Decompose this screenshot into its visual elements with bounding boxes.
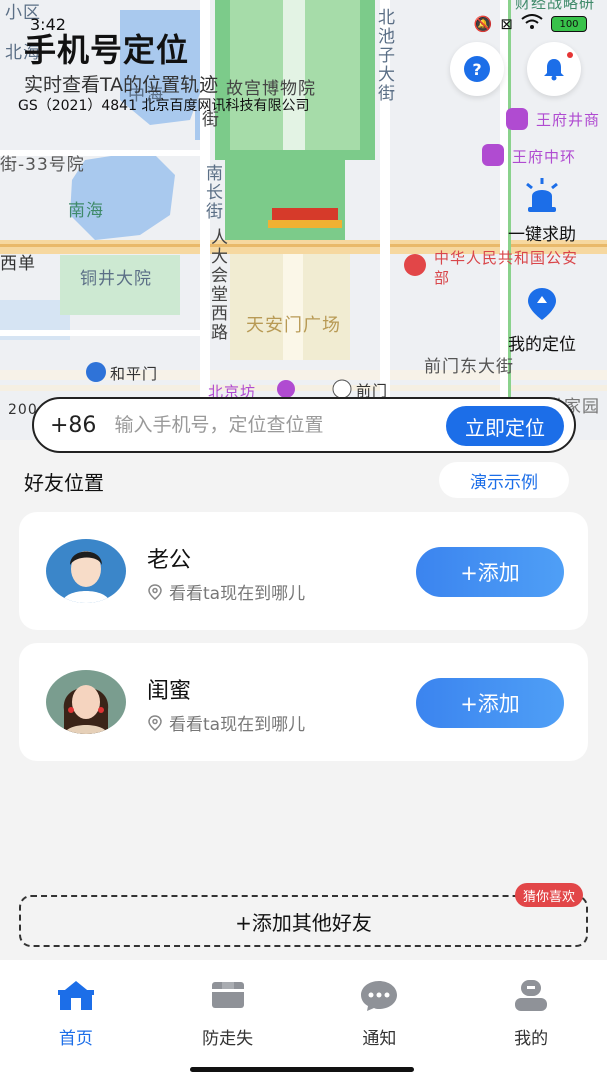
- battery-icon: 100: [551, 16, 587, 32]
- nav-label: 通知: [362, 1029, 397, 1049]
- map-copyright: GS（2021）4841 北京百度网讯科技有限公司: [18, 98, 310, 114]
- map-label: 和平门: [110, 365, 159, 383]
- map-label: 财经战略研: [515, 0, 596, 12]
- friend-hint: 看看ta现在到哪儿: [147, 710, 305, 735]
- my-location-button[interactable]: 我的定位: [492, 286, 592, 355]
- chat-icon: [361, 981, 398, 1011]
- add-friend-button[interactable]: +添加: [416, 678, 564, 728]
- friend-name: 闺蜜: [147, 679, 192, 704]
- home-indicator: [190, 1067, 414, 1072]
- nav-label: 首页: [58, 1029, 93, 1049]
- map-label: 人大会堂西路: [207, 228, 227, 342]
- map-label: 前门东大街: [424, 357, 514, 377]
- map-label: 王府井商: [536, 111, 601, 129]
- guess-you-like-badge: 猜你喜欢: [514, 883, 583, 907]
- notification-button[interactable]: [527, 42, 581, 96]
- help-button[interactable]: ?: [450, 42, 504, 96]
- home-icon: [57, 981, 94, 1010]
- unread-dot: [567, 52, 573, 58]
- page-title: 手机号定位: [24, 31, 190, 69]
- friends-section-title: 好友位置: [24, 471, 104, 495]
- locate-now-button[interactable]: 立即定位: [446, 406, 564, 446]
- location-pin-icon: [528, 288, 556, 320]
- question-icon: ?: [464, 56, 490, 82]
- country-code[interactable]: +86: [50, 413, 96, 438]
- siren-icon: [526, 178, 558, 212]
- map-label: 南长街: [202, 164, 222, 221]
- map-label: 中华人民共和国公安部: [434, 249, 579, 287]
- map-label: 街-33号院: [0, 155, 85, 175]
- bottom-nav: 首页 防走失 通知 我的: [0, 960, 607, 1080]
- nav-label: 我的: [514, 1029, 549, 1049]
- friend-hint: 看看ta现在到哪儿: [147, 579, 305, 604]
- phone-search-bar: +86 立即定位: [32, 397, 576, 453]
- demo-button[interactable]: 演示示例: [439, 462, 569, 498]
- nav-item-mine[interactable]: 我的: [455, 960, 607, 1080]
- map-label: 南海: [68, 201, 104, 221]
- map-label: 西单: [0, 254, 36, 274]
- add-other-friend-button[interactable]: +添加其他好友: [19, 895, 588, 947]
- nav-label: 防走失: [202, 1029, 254, 1049]
- location-outline-icon: [148, 714, 162, 731]
- friend-card-husband[interactable]: 老公 看看ta现在到哪儿 +添加: [19, 512, 588, 630]
- map-label: 天安门广场: [246, 315, 341, 336]
- map-label: 铜井大院: [80, 269, 152, 289]
- wifi-icon: [521, 14, 543, 34]
- user-icon: [515, 980, 548, 1011]
- nav-item-notice[interactable]: 通知: [304, 960, 456, 1080]
- wangfu-zhonghuan-poi-icon: [482, 144, 504, 166]
- avatar: [46, 670, 126, 734]
- avatar: [46, 539, 126, 603]
- map-view[interactable]: 小区 北海 中海 故宫博物院 北池子大街 王府井商 王府中环 街-33号院 南海…: [0, 0, 607, 440]
- sos-label: 一键求助: [508, 225, 576, 245]
- map-label: 北池子大街: [374, 8, 394, 103]
- friend-name: 老公: [147, 548, 192, 573]
- box-icon: [211, 982, 244, 1008]
- phone-input[interactable]: [114, 414, 425, 436]
- mute-icon: 🔕: [473, 15, 493, 33]
- sim-icon: ⊠: [500, 15, 513, 33]
- location-outline-icon: [148, 583, 162, 600]
- friend-card-bestie[interactable]: 闺蜜 看看ta现在到哪儿 +添加: [19, 643, 588, 761]
- status-icons: 🔕 ⊠ 100: [474, 14, 587, 34]
- wangfujing-poi-icon: [506, 108, 528, 130]
- bell-icon: [544, 59, 564, 81]
- nav-item-anti-lost[interactable]: 防走失: [152, 960, 304, 1080]
- friend-hint-text: 看看ta现在到哪儿: [169, 715, 306, 735]
- page-subtitle: 实时查看TA的位置轨迹: [24, 74, 219, 96]
- my-location-label: 我的定位: [508, 335, 576, 355]
- nav-item-home[interactable]: 首页: [0, 960, 152, 1080]
- sos-button[interactable]: 一键求助: [492, 178, 592, 245]
- add-friend-button[interactable]: +添加: [416, 547, 564, 597]
- friend-hint-text: 看看ta现在到哪儿: [169, 584, 306, 604]
- map-label: 王府中环: [512, 148, 577, 166]
